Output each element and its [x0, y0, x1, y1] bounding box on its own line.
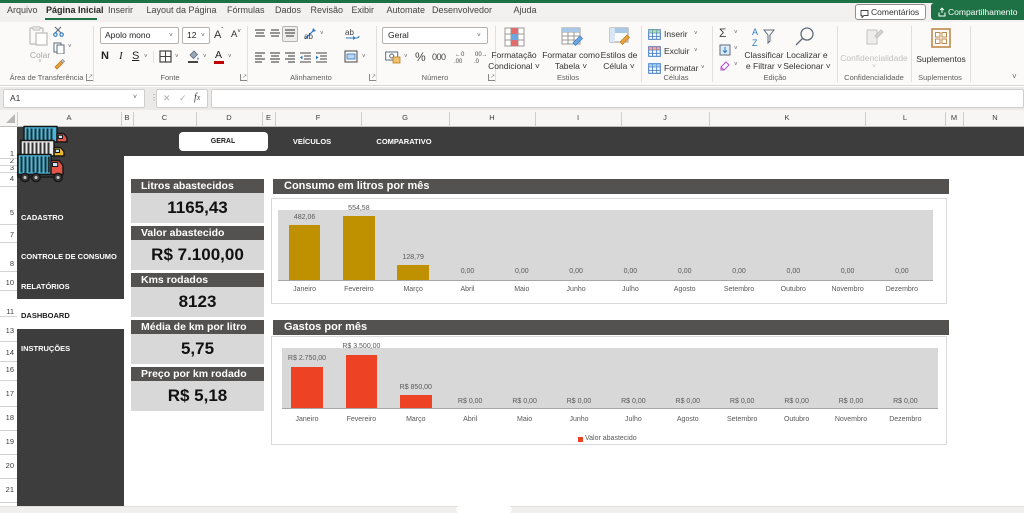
svg-text:Z: Z	[752, 38, 758, 48]
svg-text:ab: ab	[345, 28, 354, 37]
svg-text:A: A	[752, 27, 758, 37]
svg-text:←0: ←0	[455, 52, 465, 58]
svg-text:ab: ab	[304, 32, 313, 41]
svg-text:.00: .00	[454, 59, 463, 64]
